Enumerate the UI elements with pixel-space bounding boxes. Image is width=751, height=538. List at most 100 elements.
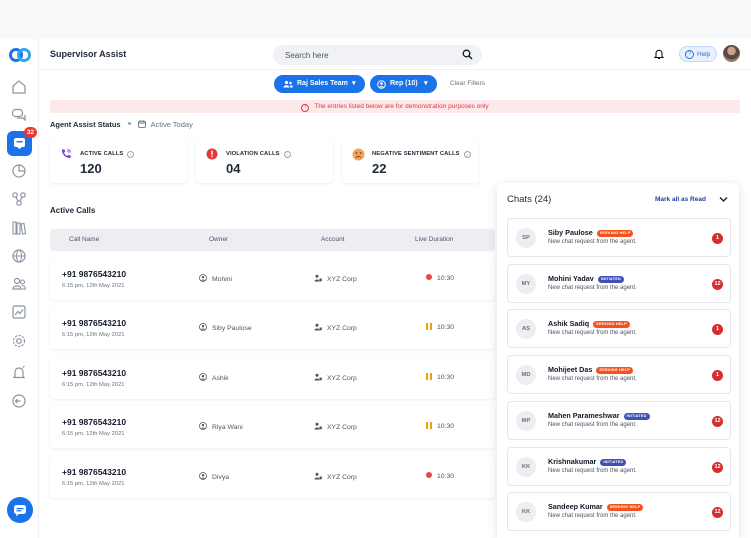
table-row[interactable]: +91 9876543210 6:15 pm, 12th May 2021 Mo… [50, 258, 495, 300]
chevron-down-icon: ▾ [352, 80, 356, 87]
chat-item[interactable]: KK Krishnakumar INITIATED New chat reques… [507, 447, 731, 486]
mark-all-read-link[interactable]: Mark all as Read [655, 196, 706, 203]
pause-icon [426, 323, 432, 330]
team-icon[interactable] [11, 276, 27, 292]
chat-item[interactable]: MP Mahen Parameshwar INITIATED New chat r… [507, 401, 731, 440]
call-duration: 10:30 [437, 374, 455, 381]
avatar: KK [516, 457, 536, 477]
team-filter-label: Raj Sales Team [297, 79, 348, 87]
pause-icon [426, 373, 432, 380]
chat-message: New chat request from the agent. [548, 330, 637, 336]
chat-item[interactable]: MD Mohijeet Das SEEKING HELP New chat req… [507, 355, 731, 394]
globe-icon[interactable] [11, 248, 27, 264]
chat-item[interactable]: SP Siby Paulose SEEKING HELP New chat req… [507, 218, 731, 257]
notification-badge: 32 [24, 127, 37, 138]
sidebar: 32 [0, 39, 39, 538]
status-badge: INITIATED [623, 413, 650, 420]
status-title: Agent Assist Status [50, 120, 121, 129]
network-icon[interactable] [11, 191, 27, 207]
chat-bubbles-icon[interactable] [11, 107, 27, 123]
chat-item[interactable]: MY Mohini Yadav INITIATED New chat reques… [507, 264, 731, 303]
call-number: +91 9876543210 [62, 318, 127, 328]
chat-launcher-button[interactable] [7, 497, 33, 523]
chats-panel: Chats (24) Mark all as Read SP Siby Paul… [497, 183, 739, 538]
agent-assist-nav[interactable]: 32 [7, 127, 37, 156]
clear-filters-link[interactable]: Clear Filters [450, 80, 485, 87]
info-icon[interactable]: i [463, 151, 471, 158]
analytics-icon[interactable] [11, 163, 27, 179]
info-icon[interactable]: i [283, 151, 291, 158]
search-bar[interactable] [273, 45, 482, 65]
team-icon [283, 80, 293, 88]
account-icon [314, 323, 322, 331]
search-icon[interactable] [462, 49, 473, 60]
chevron-down-icon[interactable] [719, 196, 728, 203]
user-avatar[interactable] [723, 45, 740, 62]
column-header[interactable]: Live Duration [415, 236, 453, 243]
sad-face-icon [352, 148, 365, 161]
table-row[interactable]: +91 9876543210 6:15 pm, 12th May 2021 Ri… [50, 406, 495, 448]
violation-icon [206, 148, 218, 160]
column-header[interactable]: Call Name [69, 236, 99, 243]
table-row[interactable]: +91 9876543210 6:15 pm, 12th May 2021 As… [50, 357, 495, 399]
help-button[interactable]: ? Help [679, 46, 717, 62]
search-input[interactable] [285, 49, 455, 61]
recording-icon [426, 274, 432, 280]
question-icon: ? [685, 50, 694, 59]
chat-message: New chat request from the agent. [548, 239, 637, 245]
app-title: Supervisor Assist [50, 49, 127, 59]
chat-item[interactable]: KK Sandeep Kumar SEEKING HELP New chat re… [507, 492, 731, 531]
chat-message: New chat request from the agent. [548, 285, 637, 291]
account-icon [314, 373, 322, 381]
team-filter-dropdown[interactable]: Raj Sales Team ▾ [274, 75, 365, 93]
call-time: 6:15 pm, 12th May 2021 [62, 382, 125, 388]
call-account: XYZ Corp [327, 474, 357, 481]
logout-icon[interactable] [11, 393, 27, 409]
bell-icon[interactable] [653, 48, 665, 60]
call-number: +91 9876543210 [62, 417, 127, 427]
chat-message: New chat request from the agent. [548, 468, 637, 474]
info-icon[interactable]: i [127, 151, 135, 158]
chat-name: Mohini Yadav [548, 274, 594, 283]
library-icon[interactable] [11, 220, 27, 236]
home-icon[interactable] [11, 79, 27, 95]
alerts-icon[interactable] [11, 365, 27, 381]
unread-count-badge: 12 [712, 462, 723, 473]
call-owner: Ashik [212, 375, 229, 382]
stat-value: 120 [80, 161, 102, 176]
recording-icon [426, 472, 432, 478]
account-icon [314, 274, 322, 282]
call-time: 6:15 pm, 12th May 2021 [62, 431, 125, 437]
stat-card-violation-calls[interactable]: VIOLATION CALLS i 04 [196, 139, 333, 183]
status-badge: SEEKING HELP [593, 321, 630, 328]
chat-item[interactable]: AS Ashik Sadiq SEEKING HELP New chat requ… [507, 309, 731, 348]
table-row[interactable]: +91 9876543210 6:15 pm, 12th May 2021 Di… [50, 456, 495, 498]
unread-count-badge: 1 [712, 324, 723, 335]
trend-icon[interactable] [11, 304, 27, 320]
unread-count-badge: 12 [712, 279, 723, 290]
agent-assist-status: Agent Assist Status Active Today [50, 120, 193, 132]
call-owner: Siby Paulose [212, 325, 252, 332]
stat-card-active-calls[interactable]: ACTIVE CALLS i 120 [50, 139, 187, 183]
unread-count-badge: 1 [712, 233, 723, 244]
chats-title: Chats (24) [507, 194, 552, 205]
settings-icon[interactable] [11, 333, 27, 349]
account-icon [314, 472, 322, 480]
pause-icon [426, 422, 432, 429]
avatar: MD [516, 365, 536, 385]
call-number: +91 9876543210 [62, 269, 127, 279]
stat-card-negative-sentiment[interactable]: NEGATIVE SENTIMENT CALLS i 22 [342, 139, 479, 183]
user-circle-icon [199, 274, 207, 282]
chat-name: Mahen Parameshwar [548, 411, 620, 420]
table-row[interactable]: +91 9876543210 6:15 pm, 12th May 2021 Si… [50, 307, 495, 349]
rep-filter-dropdown[interactable]: Rep (10) ▾ [370, 75, 437, 93]
active-calls-title: Active Calls [50, 206, 96, 215]
column-header[interactable]: Owner [209, 236, 228, 243]
app-logo-icon[interactable] [9, 48, 31, 62]
user-circle-icon [199, 323, 207, 331]
separator-dot [127, 122, 131, 125]
chevron-down-icon: ▾ [424, 80, 428, 87]
call-time: 6:15 pm, 12th May 2021 [62, 481, 125, 487]
column-header[interactable]: Account [321, 236, 345, 243]
status-badge: SEEKING HELP [596, 367, 634, 374]
